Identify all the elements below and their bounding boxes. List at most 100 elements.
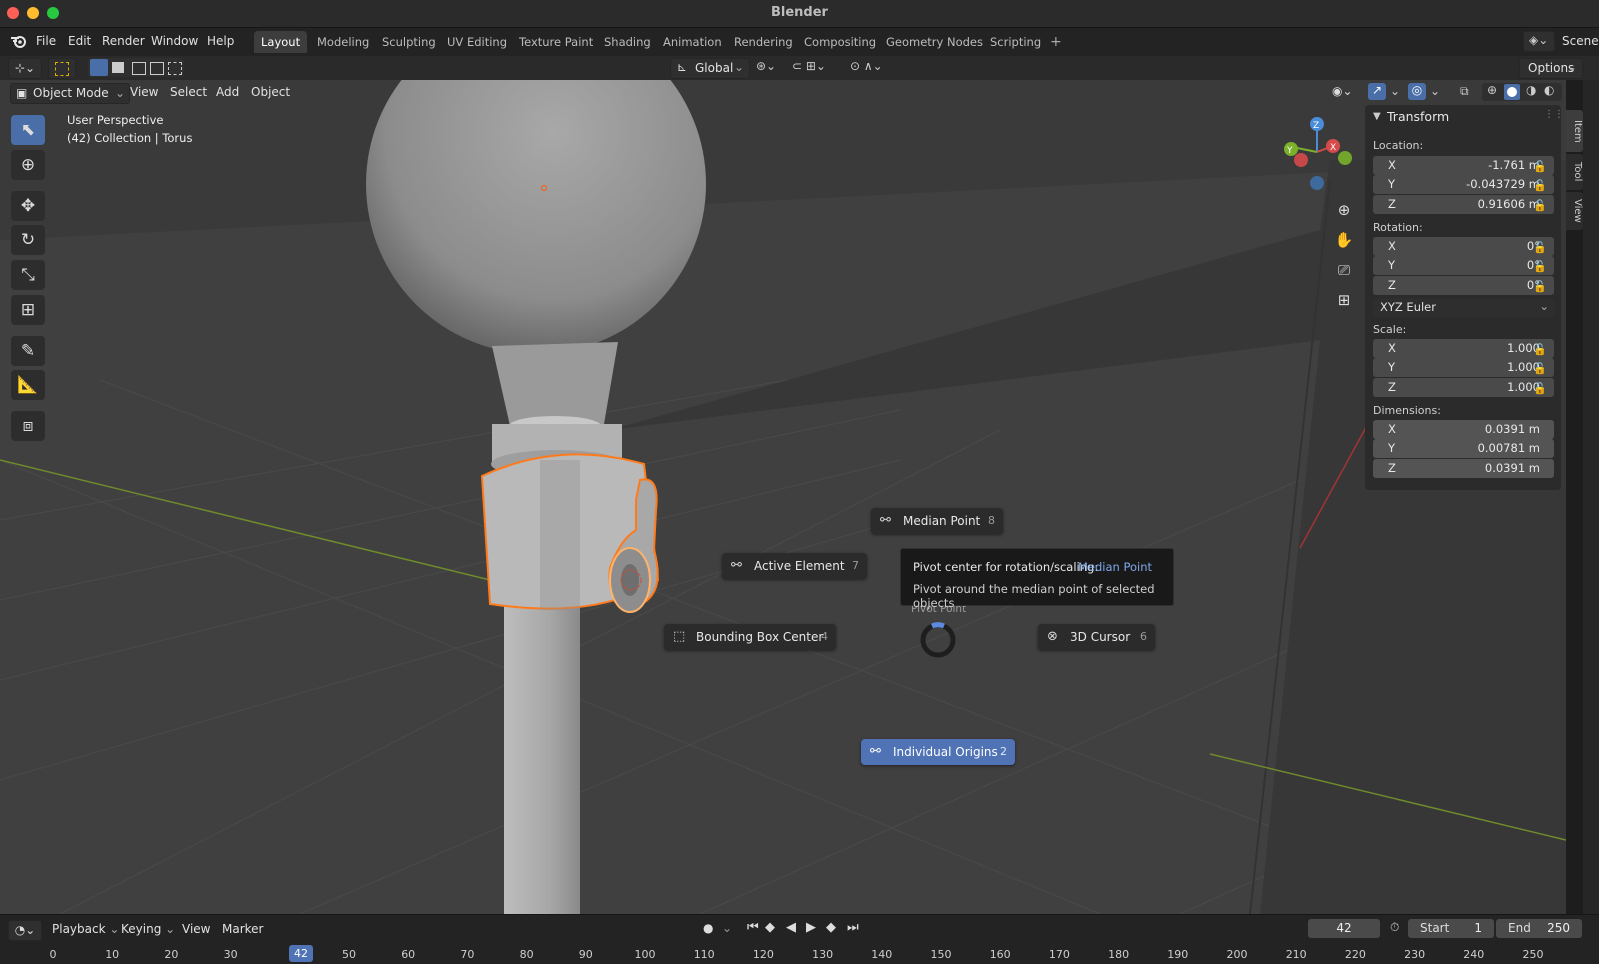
pie-3d-cursor[interactable]: ⊗ 3D Cursor 6 <box>1038 624 1155 650</box>
lock-icon[interactable]: 🔓 <box>1533 362 1547 375</box>
pie-active-element[interactable]: ⚯ Active Element 7 <box>722 553 867 579</box>
jump-end-icon[interactable]: ⏭ <box>847 920 859 935</box>
lock-icon[interactable]: 🔓 <box>1533 199 1547 212</box>
scale-z-field[interactable]: Z 1.000 <box>1373 378 1554 397</box>
viewport-menu-view[interactable]: View <box>124 83 164 102</box>
frame-ruler[interactable]: 0102030450607080901001101201301401501601… <box>0 942 1599 964</box>
lock-icon[interactable]: 🔓 <box>1533 280 1547 293</box>
menu-edit[interactable]: Edit <box>68 34 91 48</box>
invert-selection-icon[interactable] <box>150 62 164 75</box>
location-y-field[interactable]: Y -0.043729 m <box>1373 175 1554 194</box>
set-new-selection-icon[interactable] <box>90 59 108 76</box>
ortho-grid-icon[interactable]: ⊞ <box>1331 287 1357 313</box>
collapse-triangle-icon[interactable]: ▼ <box>1373 111 1381 122</box>
pie-median-point[interactable]: ⚯ Median Point 8 <box>871 508 1003 534</box>
menu-render[interactable]: Render <box>102 34 145 48</box>
tab-shading[interactable]: Shading <box>597 31 658 53</box>
chevron-down-icon[interactable]: ⌄ <box>722 921 732 935</box>
tab-scripting[interactable]: Scripting <box>983 31 1048 53</box>
navigation-gizmo[interactable]: Z X Y <box>1275 112 1355 197</box>
timeline-playback-menu[interactable]: Playback ⌄ <box>46 920 125 939</box>
tab-compositing[interactable]: Compositing <box>797 31 883 53</box>
annotate-tool[interactable]: ✎ <box>11 336 45 366</box>
rendered-shading-icon[interactable]: ◐ <box>1544 83 1554 97</box>
record-icon[interactable]: ● <box>703 921 713 935</box>
rotate-tool[interactable]: ↻ <box>11 225 45 255</box>
tab-geometry-nodes[interactable]: Geometry Nodes <box>879 31 990 53</box>
rotation-z-field[interactable]: Z 0° <box>1373 276 1554 295</box>
lock-icon[interactable]: 🔓 <box>1533 241 1547 254</box>
lock-icon[interactable]: 🔓 <box>1533 160 1547 173</box>
add-cube-tool[interactable]: ⧈ <box>11 411 45 441</box>
pie-individual-origins[interactable]: ⚯ Individual Origins 2 <box>861 739 1015 765</box>
wireframe-shading-icon[interactable]: ⊕ <box>1487 83 1497 97</box>
extend-selection-icon[interactable] <box>112 62 124 73</box>
location-z-field[interactable]: Z 0.91606 m <box>1373 195 1554 214</box>
start-frame-field[interactable]: Start 1 <box>1408 919 1494 938</box>
blender-logo-icon[interactable] <box>10 33 26 49</box>
drag-handle-icon[interactable]: ⋮⋮ <box>1544 109 1564 120</box>
dimensions-x-field[interactable]: X 0.0391 m <box>1373 420 1554 439</box>
play-icon[interactable]: ▶ <box>806 920 816 935</box>
tab-animation[interactable]: Animation <box>656 31 729 53</box>
location-x-field[interactable]: X -1.761 m <box>1373 156 1554 175</box>
chevron-down-icon[interactable]: ⌄ <box>1430 84 1440 98</box>
zoom-icon[interactable]: ⊕ <box>1331 197 1357 223</box>
proportional-editing-icon[interactable]: ⊙ ∧⌄ <box>850 59 883 73</box>
measure-tool[interactable]: 📐 <box>11 370 45 400</box>
camera-view-icon[interactable]: ⎚ <box>1331 257 1357 283</box>
scale-tool[interactable]: ⤡ <box>11 260 45 290</box>
hand-pan-icon[interactable]: ✋ <box>1331 227 1357 253</box>
tab-layout[interactable]: Layout <box>254 31 308 53</box>
end-frame-field[interactable]: End 250 <box>1496 919 1582 938</box>
tab-rendering[interactable]: Rendering <box>727 31 800 53</box>
timeline-editor-type-icon[interactable]: ◔⌄ <box>8 920 42 941</box>
lock-icon[interactable]: 🔓 <box>1533 179 1547 192</box>
rotation-mode-dropdown[interactable]: XYZ Euler ⌄ <box>1373 298 1554 317</box>
timeline-keying-menu[interactable]: Keying ⌄ <box>115 920 181 939</box>
subtract-selection-icon[interactable] <box>132 62 146 75</box>
stopwatch-icon[interactable]: ⏱ <box>1390 920 1399 935</box>
dimensions-y-field[interactable]: Y 0.00781 m <box>1373 439 1554 458</box>
xray-icon[interactable]: ⧉ <box>1460 84 1469 99</box>
sidebar-tab-item[interactable]: Item <box>1566 110 1583 152</box>
snap-icon[interactable]: ⊂ ⊞⌄ <box>792 59 826 73</box>
viewport-menu-object[interactable]: Object <box>245 83 296 102</box>
rotation-y-field[interactable]: Y 0° <box>1373 256 1554 275</box>
menu-help[interactable]: Help <box>207 34 234 48</box>
menu-window[interactable]: Window <box>151 34 198 48</box>
pie-bounding-box-center[interactable]: ⬚ Bounding Box Center 4 <box>664 624 836 650</box>
object-mode-dropdown[interactable]: ▣ Object Mode ⌄ <box>10 83 130 104</box>
cursor-tool[interactable]: ⊕ <box>11 150 45 180</box>
select-mode-icon[interactable] <box>48 58 76 79</box>
dimensions-z-field[interactable]: Z 0.0391 m <box>1373 459 1554 478</box>
material-shading-icon[interactable]: ◑ <box>1526 83 1536 97</box>
scene-name[interactable]: Scene <box>1562 34 1599 48</box>
overlays-toggle-icon[interactable]: ◎ <box>1408 83 1426 100</box>
visibility-icon[interactable]: ◉⌄ <box>1332 84 1353 98</box>
transform-orientation-dropdown[interactable]: ⊾ Global ⌄ <box>670 58 750 79</box>
timeline-marker-menu[interactable]: Marker <box>216 920 269 939</box>
next-keyframe-icon[interactable]: ◆ <box>826 920 836 935</box>
move-tool[interactable]: ✥ <box>11 191 45 221</box>
lock-icon[interactable]: 🔓 <box>1533 382 1547 395</box>
scale-x-field[interactable]: X 1.000 <box>1373 339 1554 358</box>
sidebar-tab-tool[interactable]: Tool <box>1566 154 1583 190</box>
jump-start-icon[interactable]: ⏮ <box>747 920 759 935</box>
options-dropdown[interactable]: Options ⌄ <box>1519 58 1583 79</box>
editor-type-icon[interactable]: ⊹⌄ <box>8 58 42 79</box>
intersect-selection-icon[interactable] <box>168 62 182 75</box>
sidebar-tab-view[interactable]: View <box>1566 192 1583 230</box>
previous-keyframe-icon[interactable]: ◆ <box>765 920 775 935</box>
tab-sculpting[interactable]: Sculpting <box>375 31 443 53</box>
tab-uv-editing[interactable]: UV Editing <box>440 31 514 53</box>
lock-icon[interactable]: 🔓 <box>1533 343 1547 356</box>
viewport-menu-select[interactable]: Select <box>164 83 213 102</box>
pivot-point-icon[interactable]: ⊛⌄ <box>756 59 776 73</box>
gizmo-toggle-icon[interactable]: ↗ <box>1368 83 1386 100</box>
lock-icon[interactable]: 🔓 <box>1533 260 1547 273</box>
tab-texture-paint[interactable]: Texture Paint <box>512 31 600 53</box>
scale-y-field[interactable]: Y 1.000 <box>1373 358 1554 377</box>
solid-shading-icon[interactable] <box>1504 84 1520 100</box>
chevron-down-icon[interactable]: ⌄ <box>1390 84 1400 98</box>
